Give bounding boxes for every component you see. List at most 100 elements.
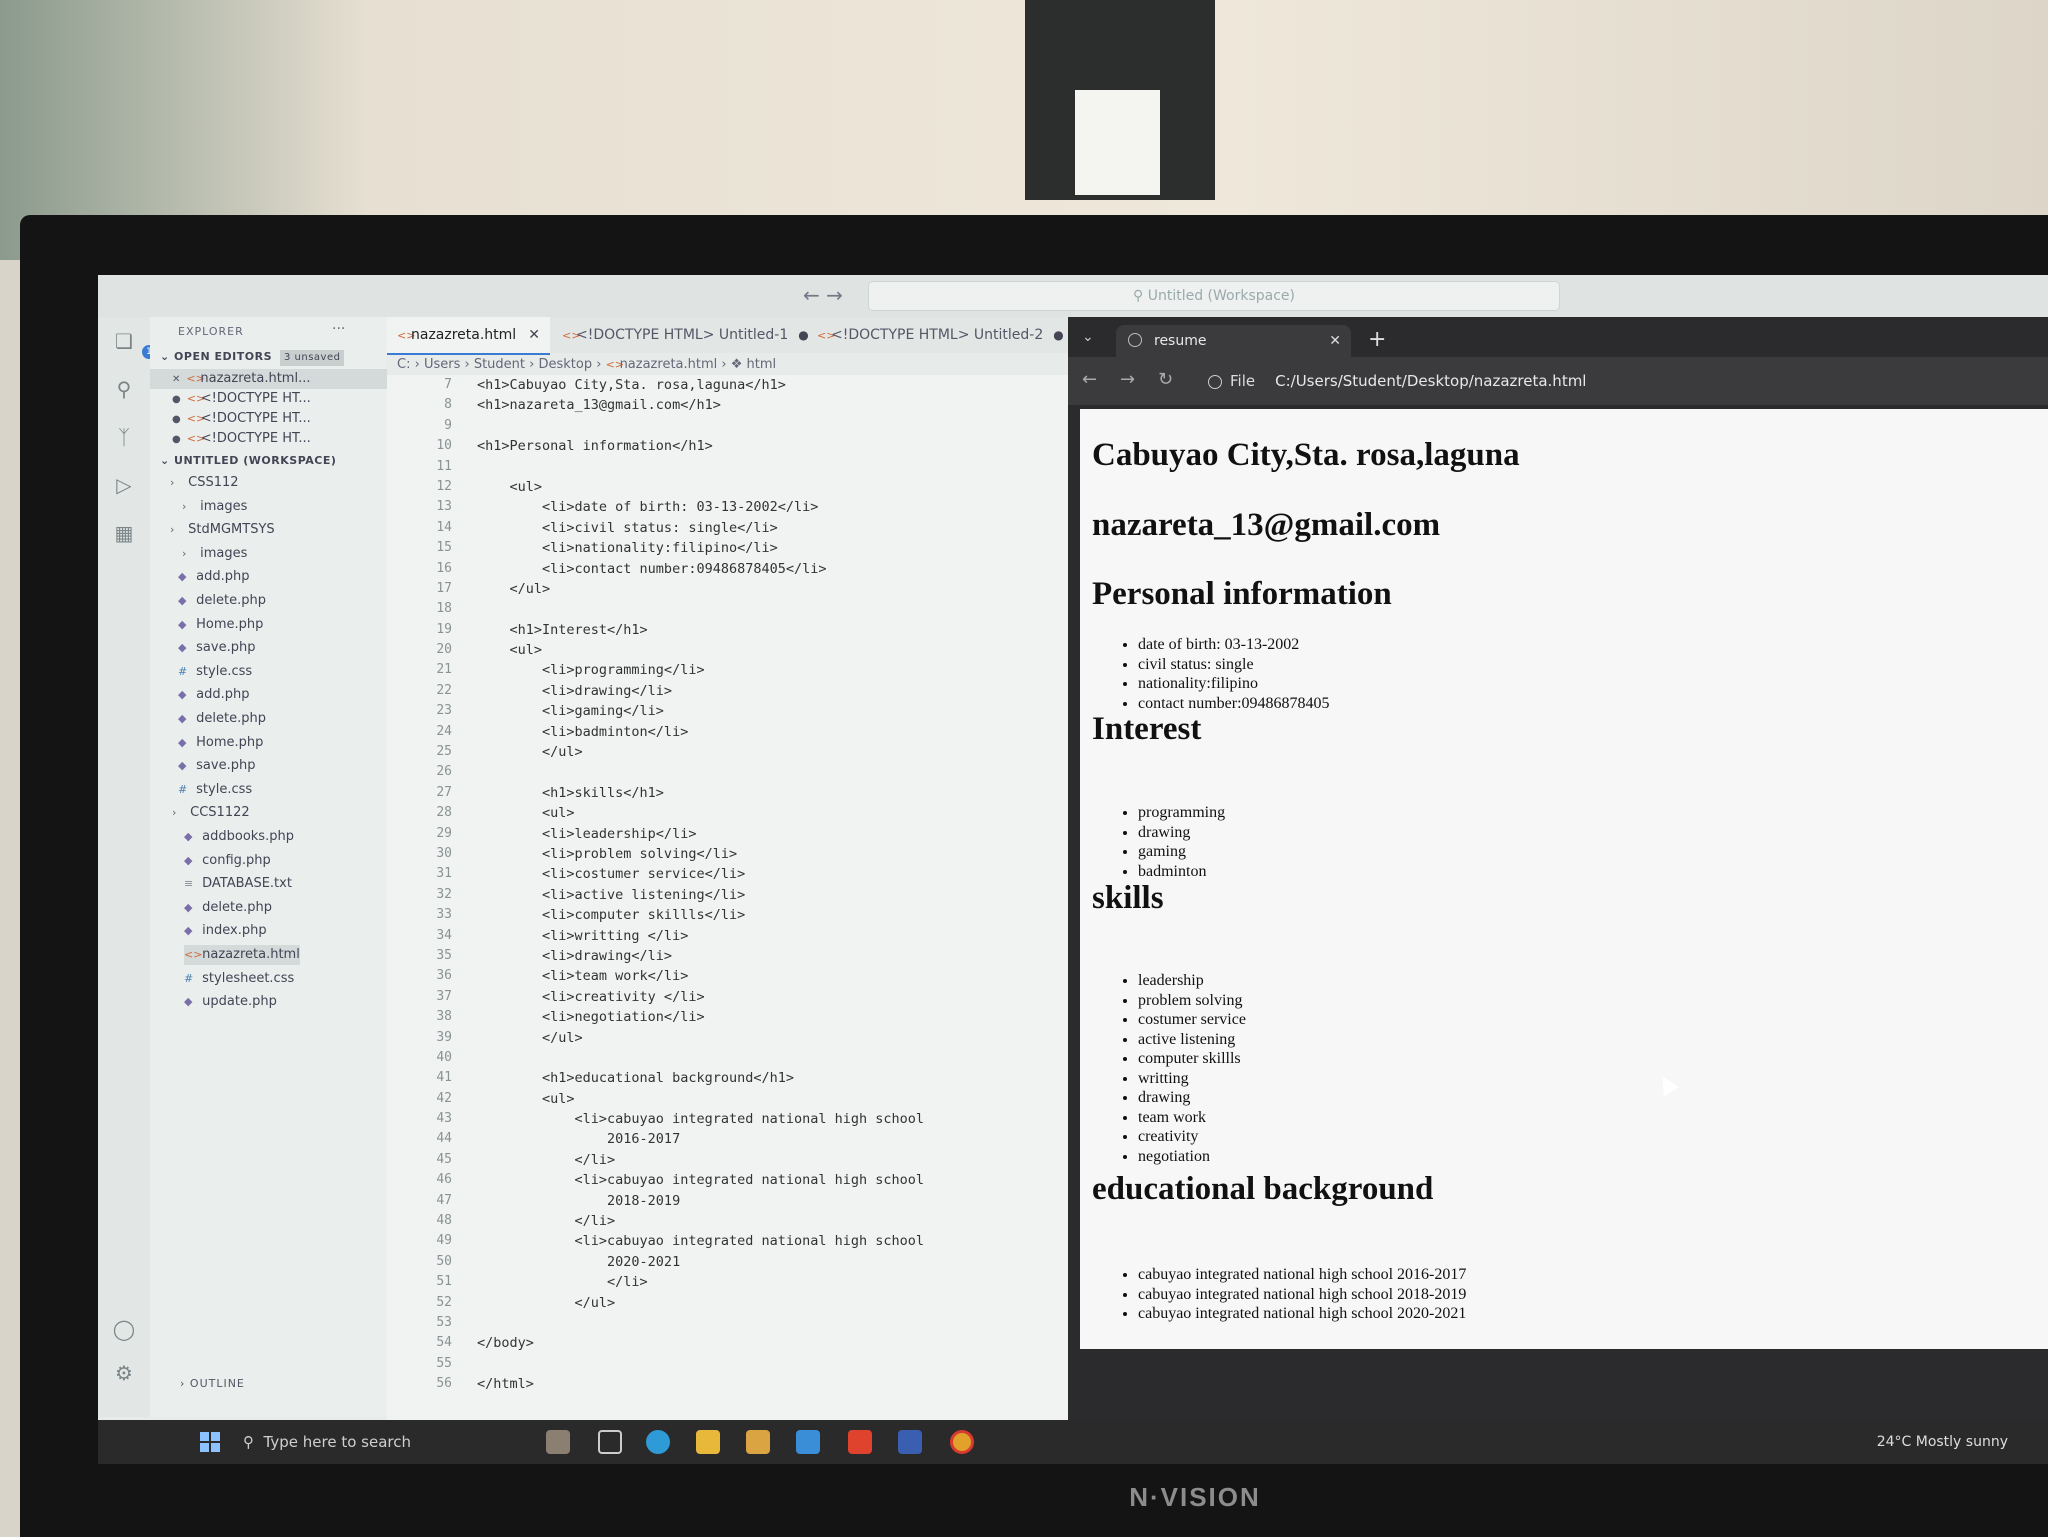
tab-untitled-1[interactable]: <><!DOCTYPE HTML> Untitled-1 ● — [552, 317, 819, 353]
code-line[interactable]: <li>cabuyao integrated national high sch… — [477, 1170, 925, 1190]
code-line[interactable]: </html> — [477, 1374, 924, 1394]
code-line[interactable]: <li>team work</li> — [477, 966, 924, 986]
tree-file[interactable]: <> nazazreta.html — [184, 945, 300, 965]
edge-icon[interactable] — [646, 1430, 670, 1454]
tree-folder[interactable]: › images — [182, 497, 247, 517]
chrome-icon[interactable] — [950, 1430, 974, 1454]
code-line[interactable]: </ul> — [477, 1293, 924, 1313]
code-line[interactable]: <li>drawing</li> — [477, 681, 924, 701]
tree-file[interactable]: # stylesheet.css — [184, 969, 294, 989]
workspace-header[interactable]: ⌄ UNTITLED (WORKSPACE) — [160, 451, 336, 471]
tab-search-dropdown-icon[interactable]: ⌄ — [1082, 329, 1094, 345]
open-editor-item[interactable]: ● <><!DOCTYPE HT... — [172, 409, 311, 429]
code-line[interactable]: </body> — [477, 1333, 924, 1353]
tree-file[interactable]: # style.css — [178, 662, 252, 682]
code-line[interactable] — [477, 457, 924, 477]
code-line[interactable]: </ul> — [477, 742, 924, 762]
code-line[interactable]: <h1>nazareta_13@gmail.com</h1> — [477, 395, 924, 415]
code-line[interactable]: <li>cabuyao integrated national high sch… — [477, 1109, 925, 1129]
code-line[interactable]: <li>writting </li> — [477, 926, 924, 946]
tree-file[interactable]: ◆ save.php — [178, 638, 255, 658]
code-line[interactable]: <li>gaming</li> — [477, 701, 924, 721]
code-line[interactable]: <li>costumer service</li> — [477, 864, 924, 884]
tree-file[interactable]: ◆ Home.php — [178, 733, 263, 753]
reload-icon[interactable]: ↻ — [1158, 369, 1173, 390]
search-icon[interactable]: ⚲ — [112, 377, 136, 401]
info-icon[interactable] — [1208, 374, 1222, 389]
weather-widget[interactable]: 24°C Mostly sunny — [1877, 1420, 2008, 1464]
address-bar[interactable]: File C:/Users/Student/Desktop/nazazreta.h… — [1208, 365, 2028, 397]
tree-file[interactable]: ◆ delete.php — [178, 709, 266, 729]
code-line[interactable]: <li>active listening</li> — [477, 885, 924, 905]
code-line[interactable]: 2020-2021 — [477, 1252, 924, 1272]
code-line[interactable] — [477, 1354, 924, 1374]
close-tab-icon[interactable]: ✕ — [1329, 325, 1341, 357]
code-line[interactable]: <h1>skills</h1> — [477, 783, 924, 803]
account-icon[interactable]: ◯ — [112, 1317, 136, 1341]
command-center[interactable]: ⚲ Untitled (Workspace) — [868, 281, 1560, 311]
code-line[interactable]: <h1>Interest</h1> — [477, 620, 924, 640]
close-icon[interactable]: ✕ — [172, 374, 180, 385]
code-line[interactable]: <ul> — [477, 640, 924, 660]
code-line[interactable] — [477, 599, 924, 619]
file-explorer-icon[interactable] — [696, 1430, 720, 1454]
code-line[interactable]: <li>date of birth: 03-13-2002</li> — [477, 497, 924, 517]
tree-file[interactable]: ◆ delete.php — [184, 898, 272, 918]
brave-icon[interactable] — [848, 1430, 872, 1454]
code-line[interactable]: <h1>Cabuyao City,Sta. rosa,laguna</h1> — [477, 375, 924, 395]
new-tab-button[interactable]: + — [1368, 327, 1386, 352]
source-control-icon[interactable]: ᛉ — [112, 425, 136, 449]
tree-folder[interactable]: › images — [182, 544, 247, 564]
run-debug-icon[interactable]: ▷ — [112, 473, 136, 497]
code-line[interactable]: <h1>Personal information</h1> — [477, 436, 924, 456]
tree-folder[interactable]: › CCS1122 — [172, 803, 250, 823]
store-icon[interactable] — [746, 1430, 770, 1454]
open-editor-item[interactable]: ● <><!DOCTYPE HT... — [172, 389, 311, 409]
code-line[interactable]: <li>badminton</li> — [477, 722, 924, 742]
code-line[interactable] — [477, 416, 924, 436]
code-line[interactable]: <ul> — [477, 1089, 924, 1109]
tree-file[interactable]: ◆ update.php — [184, 992, 277, 1012]
task-view-icon[interactable] — [598, 1430, 622, 1454]
code-line[interactable]: </li> — [477, 1211, 924, 1231]
mail-icon[interactable] — [796, 1430, 820, 1454]
code-line[interactable]: <li>cabuyao integrated national high sch… — [477, 1231, 925, 1251]
code-line[interactable]: <li>creativity </li> — [477, 987, 924, 1007]
code-line[interactable]: <li>nationality:filipino</li> — [477, 538, 924, 558]
code-line[interactable]: <li>programming</li> — [477, 660, 924, 680]
code-line[interactable]: </li> — [477, 1272, 924, 1292]
tab-nazazreta-html[interactable]: <>nazazreta.html ✕ — [387, 317, 550, 355]
code-line[interactable]: <ul> — [477, 477, 924, 497]
code-lines[interactable]: <h1>Cabuyao City,Sta. rosa,laguna</h1> <h… — [477, 375, 924, 1395]
explorer-more-button[interactable]: ··· — [332, 321, 345, 337]
tab-untitled-2[interactable]: <><!DOCTYPE HTML> Untitled-2 ● — [807, 317, 1074, 353]
taskbar-search[interactable]: ⚲ Type here to search — [243, 1420, 533, 1464]
back-arrow-icon[interactable]: ← — [1082, 369, 1097, 390]
app-icon[interactable] — [898, 1430, 922, 1454]
tree-file[interactable]: ≡ DATABASE.txt — [184, 874, 292, 894]
tree-file[interactable]: ◆ index.php — [184, 921, 267, 941]
code-line[interactable]: <ul> — [477, 803, 924, 823]
code-line[interactable]: <li>drawing</li> — [477, 946, 924, 966]
tree-file[interactable]: ◆ add.php — [178, 685, 250, 705]
tree-file[interactable]: ◆ addbooks.php — [184, 827, 294, 847]
tree-file[interactable]: ◆ Home.php — [178, 615, 263, 635]
open-editors-header[interactable]: ⌄ OPEN EDITORS 3 unsaved — [160, 347, 345, 367]
code-line[interactable]: <li>computer skillls</li> — [477, 905, 924, 925]
code-line[interactable]: <h1>educational background</h1> — [477, 1068, 924, 1088]
code-line[interactable] — [477, 762, 924, 782]
tree-file[interactable]: # style.css — [178, 780, 252, 800]
outline-section[interactable]: › OUTLINE — [180, 1377, 245, 1390]
code-line[interactable]: <li>leadership</li> — [477, 824, 924, 844]
tree-file[interactable]: ◆ delete.php — [178, 591, 266, 611]
forward-arrow-icon[interactable]: → — [1120, 369, 1135, 390]
tree-file[interactable]: ◆ config.php — [184, 851, 271, 871]
extensions-icon[interactable]: ▦ — [112, 521, 136, 545]
settings-gear-icon[interactable]: ⚙ — [112, 1361, 136, 1385]
code-line[interactable] — [477, 1313, 924, 1333]
nav-arrows[interactable]: ← → — [803, 283, 843, 307]
code-line[interactable] — [477, 1048, 924, 1068]
code-line[interactable]: 2018-2019 — [477, 1191, 924, 1211]
close-tab-icon[interactable]: ✕ — [528, 327, 540, 343]
tree-folder[interactable]: › StdMGMTSYS — [170, 520, 275, 540]
